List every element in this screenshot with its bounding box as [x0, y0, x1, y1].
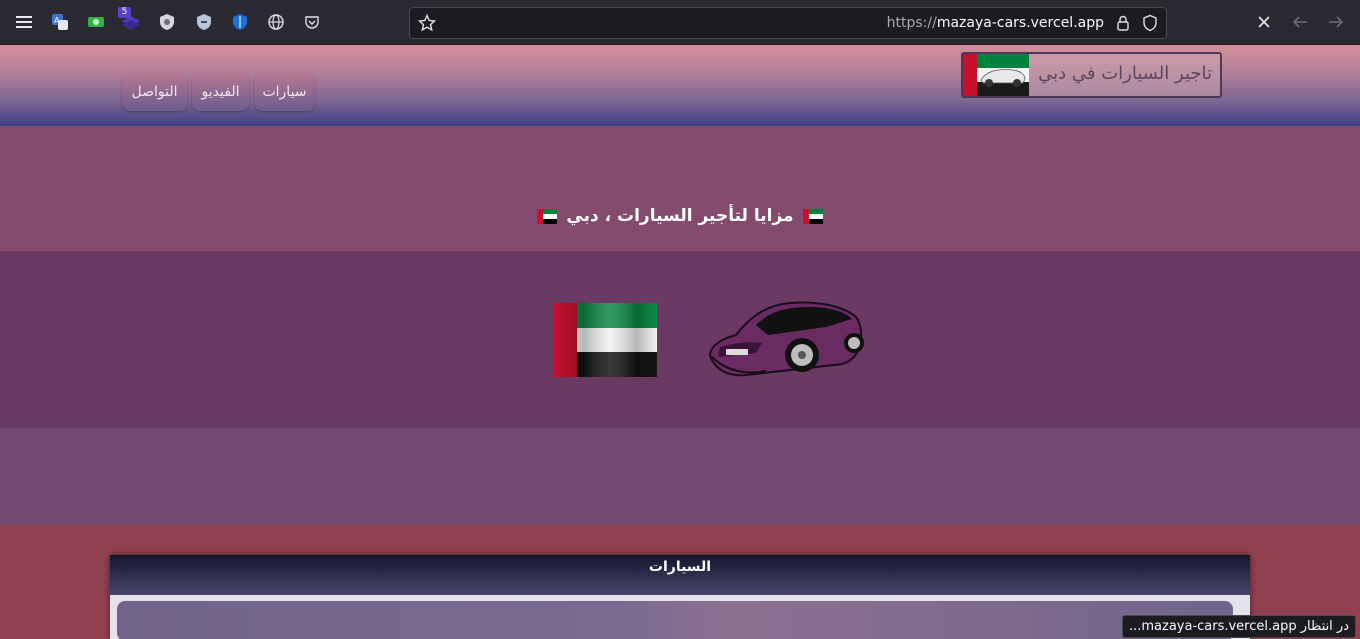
browser-toolbar: A 5 https://mazaya-cars.vercel.app [0, 0, 1360, 45]
url-scheme: https:// [886, 15, 937, 31]
section-title: السيارات [648, 559, 712, 575]
nav-cars-button[interactable]: سيارات [254, 72, 315, 111]
forward-icon[interactable] [1325, 11, 1347, 33]
hero-title: مزايا لتأجير السيارات ، دبي [566, 206, 794, 226]
extension-badge: 5 [118, 7, 131, 18]
site-header: تاجير السيارات في دبي سيارات الفيديو الت… [0, 45, 1360, 126]
shield-extension-icon[interactable] [156, 11, 178, 33]
svg-text:A: A [54, 16, 60, 25]
address-bar[interactable]: https://mazaya-cars.vercel.app [409, 7, 1167, 39]
brand-title: تاجير السيارات في دبي [1038, 63, 1212, 84]
hero-section: مزايا لتأجير السيارات ، دبي [0, 126, 1360, 251]
translate-extension-icon[interactable]: A [49, 11, 71, 33]
globe-icon[interactable] [265, 11, 287, 33]
cars-panel-header: السيارات [110, 555, 1250, 595]
images-section [0, 251, 1360, 428]
status-bar: در انتظار mazaya-cars.vercel.app... [1121, 615, 1356, 638]
menu-icon[interactable] [13, 11, 35, 33]
bitwarden-icon[interactable] [229, 11, 251, 33]
nav-contact-button[interactable]: التواصل [122, 72, 187, 111]
car-card[interactable] [117, 601, 1233, 639]
uae-flag-image [553, 303, 657, 377]
privacy-badger-icon[interactable] [193, 11, 215, 33]
brand-flag-car-image [963, 54, 1029, 96]
nav-video-button[interactable]: الفيديو [192, 72, 249, 111]
bookmark-star-icon[interactable] [417, 13, 437, 36]
cars-panel: السيارات [110, 555, 1250, 639]
uae-flag-icon [536, 208, 557, 224]
close-icon[interactable] [1253, 11, 1275, 33]
pocket-icon[interactable] [301, 11, 323, 33]
hero-title-row: مزايا لتأجير السيارات ، دبي [0, 206, 1360, 226]
tracking-protection-icon[interactable] [1142, 14, 1158, 36]
money-extension-icon[interactable] [85, 11, 107, 33]
stack-extension-icon[interactable]: 5 [118, 7, 142, 33]
car-image [708, 301, 864, 377]
url-host: mazaya-cars.vercel.app [936, 15, 1104, 31]
url-text: https://mazaya-cars.vercel.app [887, 15, 1104, 31]
uae-flag-icon [803, 208, 824, 224]
web-page: تاجير السيارات في دبي سيارات الفيديو الت… [0, 45, 1360, 639]
spacer-section [0, 428, 1360, 525]
lock-icon[interactable] [1115, 14, 1131, 36]
brand-logo[interactable]: تاجير السيارات في دبي [961, 52, 1222, 98]
back-icon[interactable] [1289, 11, 1311, 33]
